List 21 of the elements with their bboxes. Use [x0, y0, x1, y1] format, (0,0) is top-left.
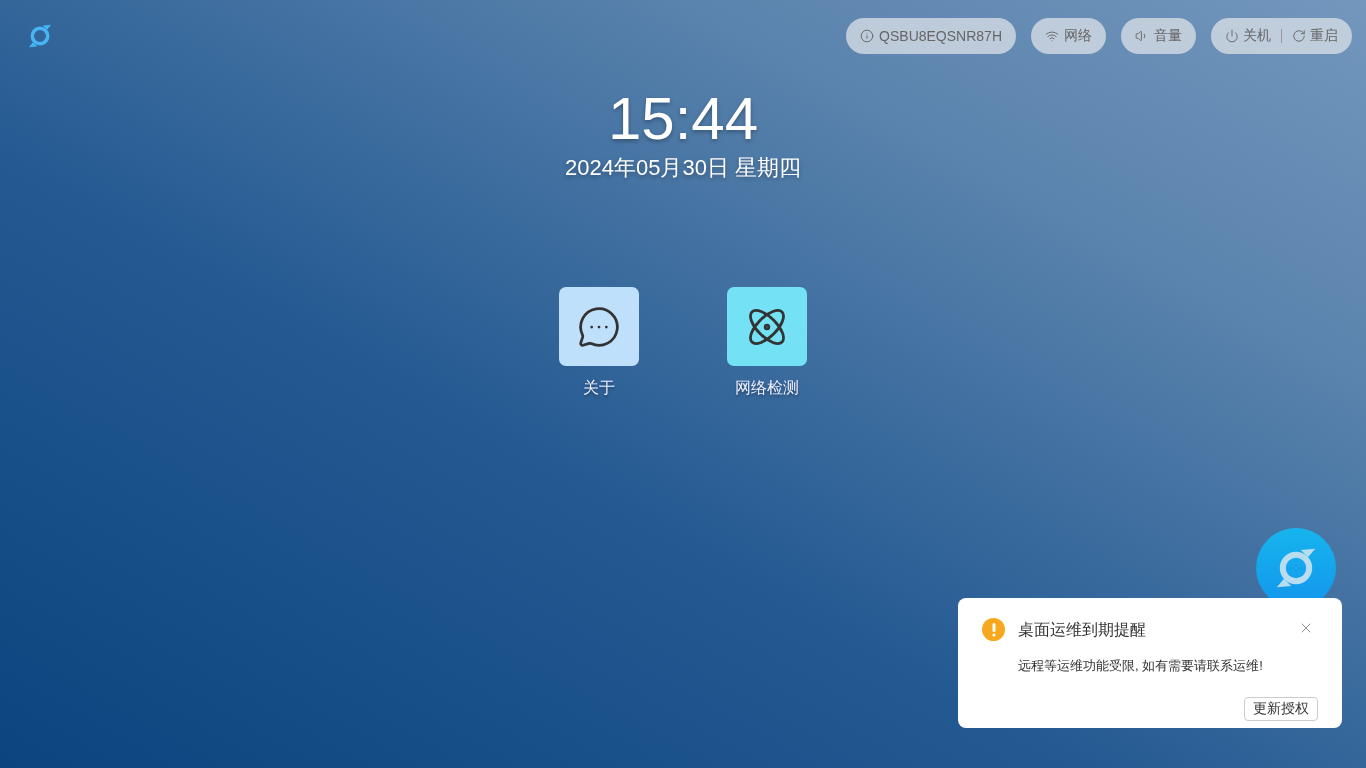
power-icon — [1225, 29, 1239, 43]
app-label: 关于 — [583, 378, 615, 398]
restart-icon — [1292, 29, 1306, 43]
restart-button[interactable]: 重启 — [1292, 27, 1338, 45]
status-pill[interactable]: 音量 — [1121, 18, 1196, 54]
app-shortcut[interactable]: 关于 — [559, 287, 639, 399]
app-label: 网络检测 — [735, 378, 799, 398]
status-pill[interactable]: QSBU8EQSNR87H — [846, 18, 1016, 54]
logo-icon — [26, 22, 54, 50]
status-pill[interactable]: 网络 — [1031, 18, 1106, 54]
notification-message: 远程等运维功能受限, 如有需要请联系运维! — [1018, 656, 1264, 675]
app-shortcut[interactable]: 网络检测 — [727, 287, 807, 399]
chat-bubble-icon — [577, 304, 621, 349]
clock-time: 15:44 — [607, 84, 759, 153]
notification-title: 桌面运维到期提醒 — [1018, 620, 1147, 640]
warning-icon — [982, 618, 1005, 641]
info-icon — [860, 29, 875, 43]
renew-license-button[interactable]: 更新授权 — [1244, 697, 1318, 722]
wifi-icon — [1045, 29, 1059, 43]
shutdown-button[interactable]: 关机 — [1225, 27, 1271, 45]
clock-date: 2024年05月30日 星期四 — [565, 154, 801, 182]
